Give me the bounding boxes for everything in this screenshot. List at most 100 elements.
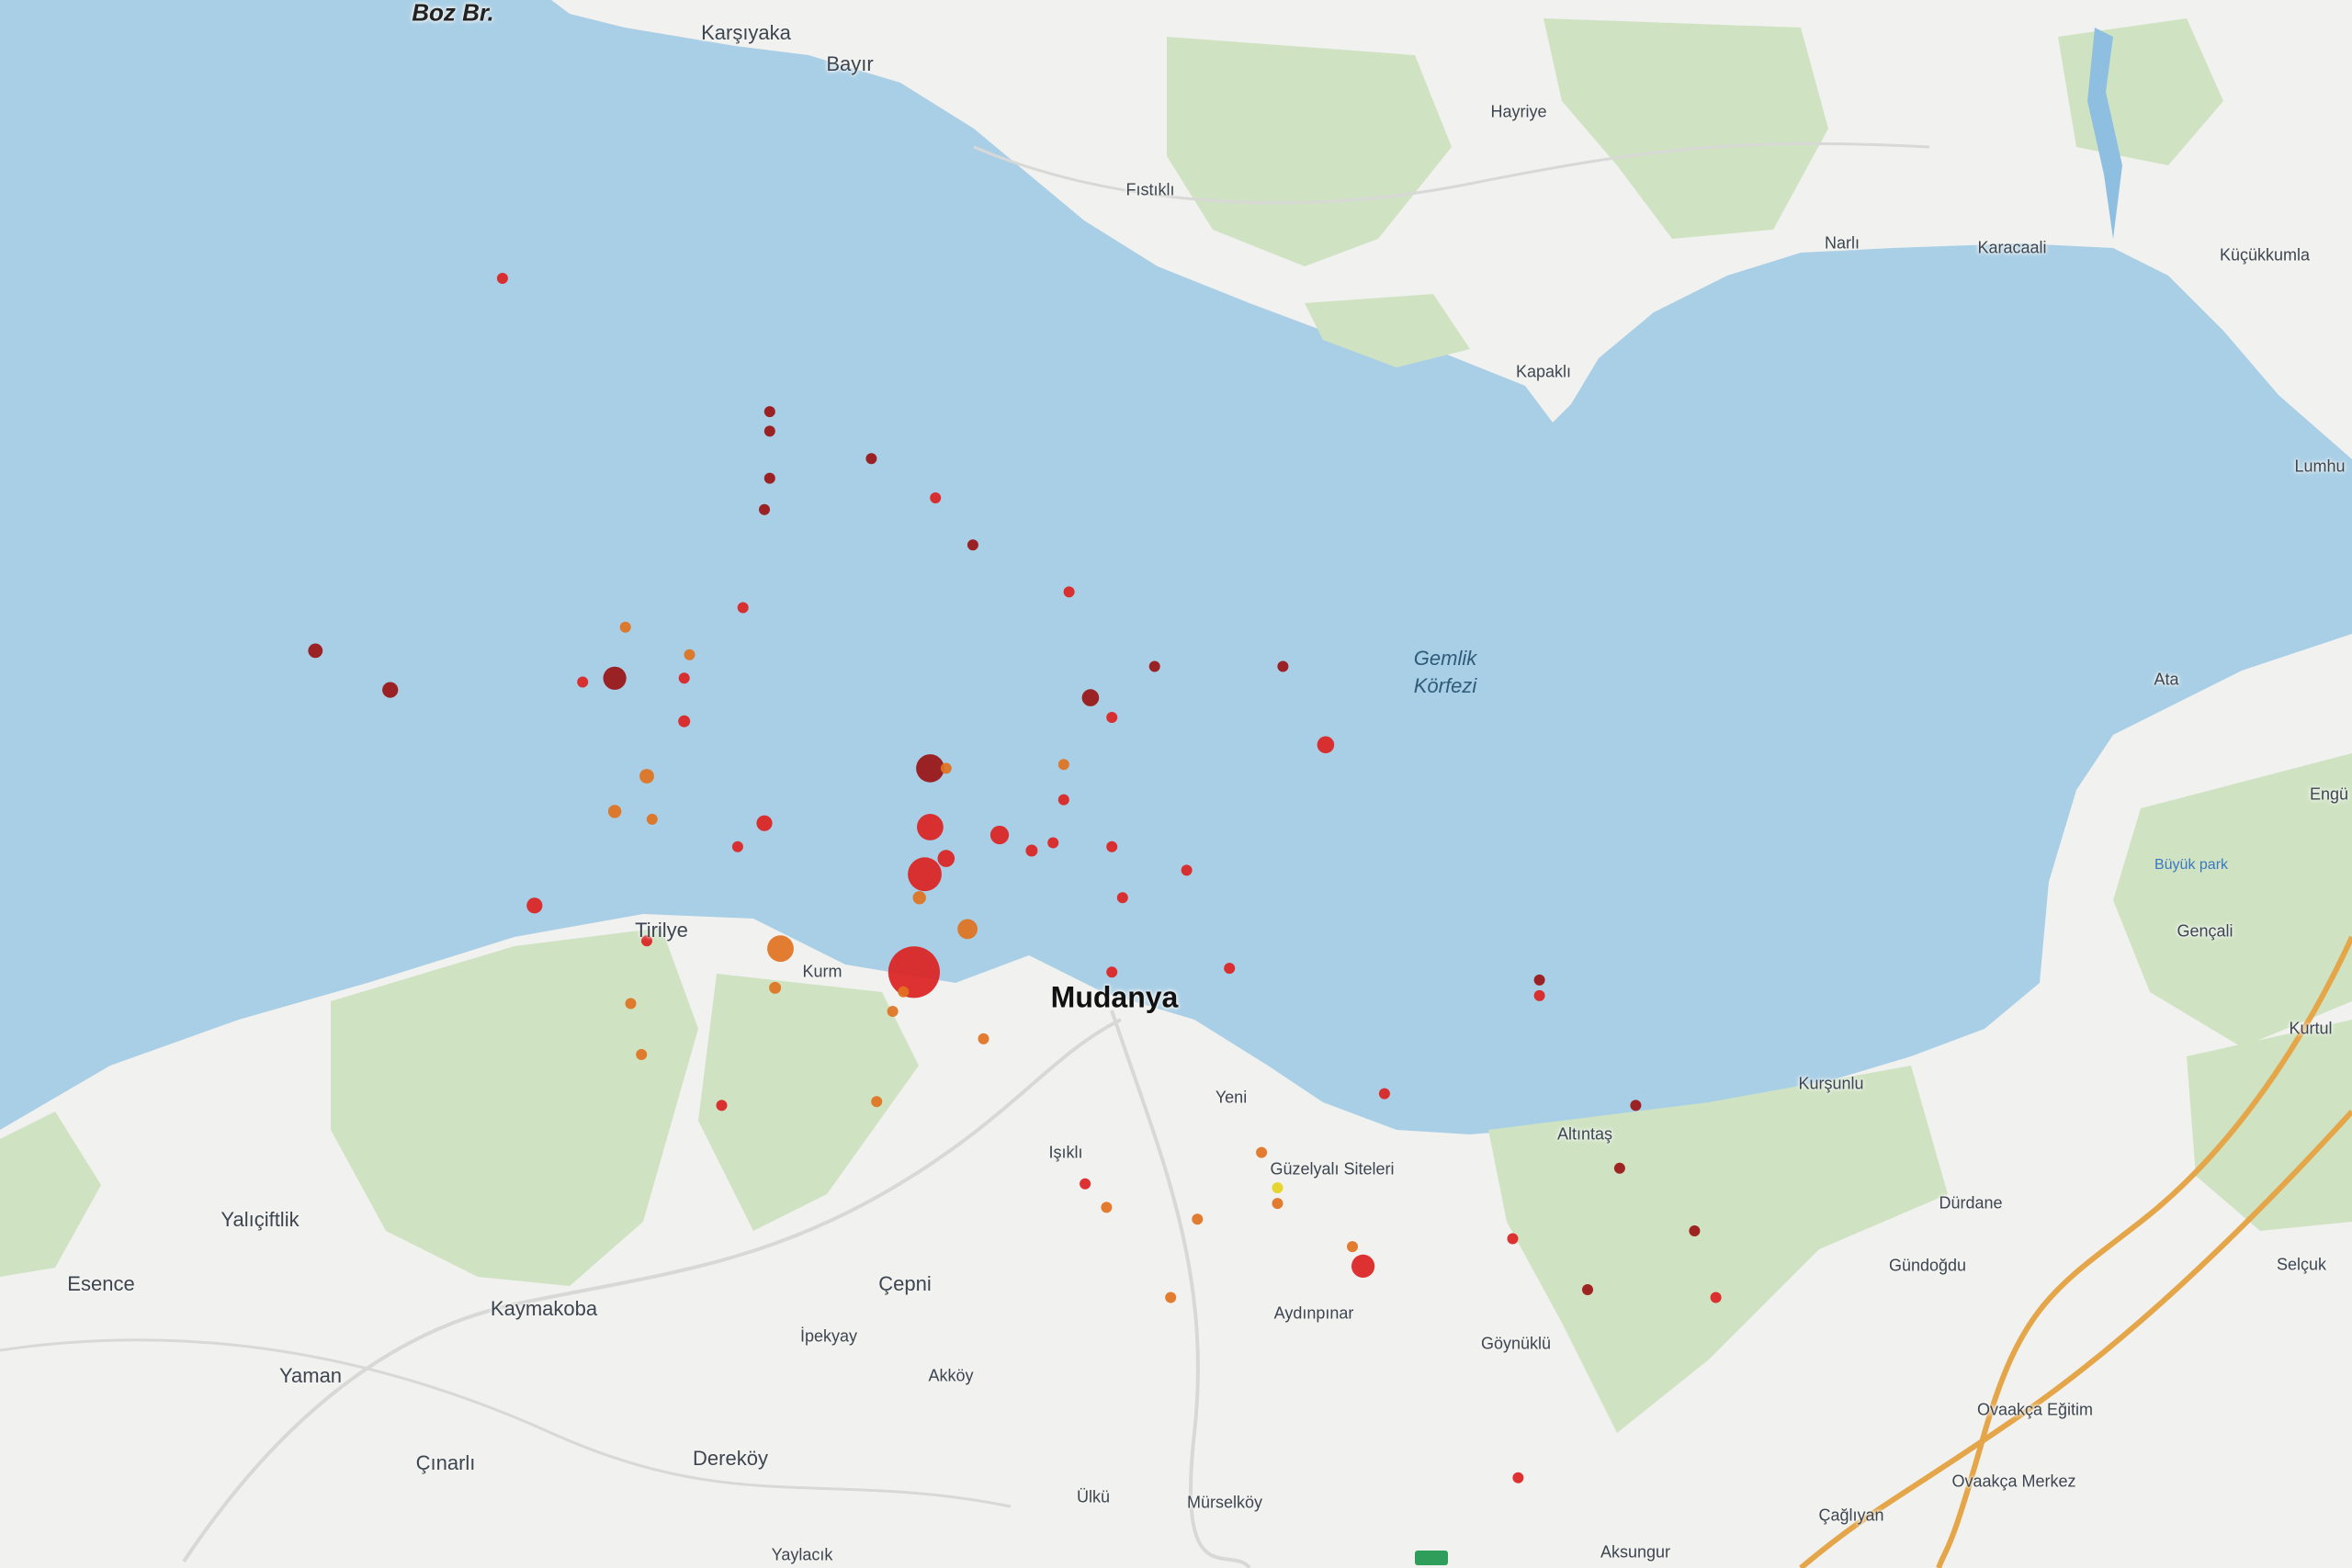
earthquake-marker[interactable] xyxy=(978,1032,989,1044)
earthquake-marker[interactable] xyxy=(639,769,654,784)
earthquake-marker[interactable] xyxy=(646,813,658,825)
earthquake-marker[interactable] xyxy=(937,850,956,867)
earthquake-marker[interactable] xyxy=(1148,660,1160,672)
earthquake-marker[interactable] xyxy=(908,857,942,892)
earthquake-marker[interactable] xyxy=(1533,989,1545,1001)
earthquake-marker[interactable] xyxy=(1272,1198,1283,1210)
earthquake-marker[interactable] xyxy=(763,472,775,484)
place-label: Esence xyxy=(67,1272,135,1295)
earthquake-marker[interactable] xyxy=(759,503,770,515)
earthquake-marker[interactable] xyxy=(1106,840,1118,852)
earthquake-marker[interactable] xyxy=(940,762,952,774)
earthquake-marker[interactable] xyxy=(496,273,508,284)
earthquake-marker[interactable] xyxy=(957,919,978,940)
earthquake-marker[interactable] xyxy=(737,602,749,614)
earthquake-marker[interactable] xyxy=(308,643,323,659)
earthquake-marker[interactable] xyxy=(1582,1284,1593,1295)
earthquake-marker[interactable] xyxy=(382,682,399,698)
earthquake-marker[interactable] xyxy=(619,621,631,633)
earthquake-marker[interactable] xyxy=(577,676,589,688)
earthquake-marker[interactable] xyxy=(678,672,690,684)
earthquake-marker[interactable] xyxy=(756,815,773,831)
earthquake-marker[interactable] xyxy=(967,539,978,551)
place-label: Karşıyaka xyxy=(701,21,791,44)
earthquake-marker[interactable] xyxy=(1613,1162,1625,1174)
earthquake-marker[interactable] xyxy=(912,891,926,905)
earthquake-marker[interactable] xyxy=(1710,1292,1722,1303)
earthquake-marker[interactable] xyxy=(1081,689,1100,706)
place-label: Kurşunlu xyxy=(1798,1074,1864,1093)
earthquake-marker[interactable] xyxy=(763,406,775,418)
earthquake-marker[interactable] xyxy=(1378,1088,1390,1100)
earthquake-marker[interactable] xyxy=(1047,837,1059,849)
earthquake-marker[interactable] xyxy=(1507,1233,1519,1245)
earthquake-marker[interactable] xyxy=(1224,963,1236,975)
earthquake-marker[interactable] xyxy=(1272,1182,1283,1194)
place-label: Tirilye xyxy=(635,919,688,942)
water-label-gemlik-korfezi: Gemlik Körfezi xyxy=(1414,645,1476,700)
water-label-line1: Gemlik xyxy=(1413,647,1477,670)
place-label: Büyük park xyxy=(2154,857,2229,873)
earthquake-marker[interactable] xyxy=(625,998,637,1010)
earthquake-marker[interactable] xyxy=(684,649,695,660)
earthquake-marker[interactable] xyxy=(1101,1201,1113,1213)
place-label: Karacaali xyxy=(1977,238,2047,257)
place-label: Ata xyxy=(2154,670,2179,689)
earthquake-marker[interactable] xyxy=(865,453,877,465)
place-label: Akköy xyxy=(928,1366,974,1385)
earthquake-marker[interactable] xyxy=(731,840,743,852)
place-label: Ülkü xyxy=(1076,1487,1111,1506)
earthquake-marker[interactable] xyxy=(1347,1241,1358,1253)
earthquake-marker[interactable] xyxy=(607,805,622,818)
place-label: Yeni xyxy=(1215,1088,1248,1107)
earthquake-marker[interactable] xyxy=(636,1049,648,1060)
earthquake-marker[interactable] xyxy=(989,825,1010,845)
place-label: Altıntaş xyxy=(1556,1124,1613,1144)
place-label: Kapaklı xyxy=(1515,362,1572,381)
earthquake-marker[interactable] xyxy=(603,666,627,690)
earthquake-marker[interactable] xyxy=(930,492,942,503)
earthquake-marker[interactable] xyxy=(769,981,782,994)
place-label: Ovaakça Merkez xyxy=(1951,1472,2076,1491)
place-label: Kurtul xyxy=(2289,1019,2333,1038)
earthquake-marker[interactable] xyxy=(1057,794,1069,806)
earthquake-marker[interactable] xyxy=(1256,1146,1268,1158)
earthquake-marker[interactable] xyxy=(767,935,794,963)
earthquake-marker[interactable] xyxy=(1689,1225,1701,1236)
place-label: Çepni xyxy=(878,1272,932,1295)
map-view[interactable]: Boz Br. Karşıyaka Bayır Fıstıklı Hayriye… xyxy=(0,0,2352,1568)
earthquake-marker[interactable] xyxy=(1025,844,1038,857)
earthquake-marker[interactable] xyxy=(1277,660,1289,672)
earthquake-marker[interactable] xyxy=(1106,712,1118,723)
place-label: Yaylacık xyxy=(771,1545,833,1564)
earthquake-marker[interactable] xyxy=(1116,892,1128,904)
earthquake-marker[interactable] xyxy=(1063,586,1075,598)
earthquake-marker[interactable] xyxy=(888,946,941,998)
earthquake-marker[interactable] xyxy=(1080,1178,1091,1190)
earthquake-marker[interactable] xyxy=(1351,1254,1375,1278)
earthquake-marker[interactable] xyxy=(1106,966,1118,978)
earthquake-marker[interactable] xyxy=(678,715,691,728)
earthquake-marker[interactable] xyxy=(871,1096,883,1108)
earthquake-marker[interactable] xyxy=(917,814,944,840)
earthquake-marker[interactable] xyxy=(1192,1213,1204,1225)
earthquake-marker[interactable] xyxy=(716,1100,728,1111)
earthquake-marker[interactable] xyxy=(887,1006,899,1017)
earthquake-marker[interactable] xyxy=(763,425,775,437)
earthquake-marker[interactable] xyxy=(1165,1292,1177,1303)
earthquake-marker[interactable] xyxy=(916,754,944,783)
earthquake-marker[interactable] xyxy=(1181,864,1193,876)
place-label: Boz Br. xyxy=(412,0,494,27)
place-label: Dürdane xyxy=(1939,1193,2003,1213)
earthquake-marker[interactable] xyxy=(1533,974,1545,986)
place-label: Dereköy xyxy=(693,1447,768,1470)
earthquake-marker[interactable] xyxy=(1630,1100,1642,1111)
place-label: Yalıçiftlik xyxy=(220,1208,300,1231)
earthquake-marker[interactable] xyxy=(898,986,910,998)
place-label: Küçükkumla xyxy=(2219,245,2311,265)
earthquake-marker[interactable] xyxy=(526,897,543,914)
earthquake-marker[interactable] xyxy=(1512,1472,1524,1483)
earthquake-marker[interactable] xyxy=(1317,736,1335,754)
place-label: Kurm xyxy=(802,962,842,981)
earthquake-marker[interactable] xyxy=(1057,759,1069,771)
